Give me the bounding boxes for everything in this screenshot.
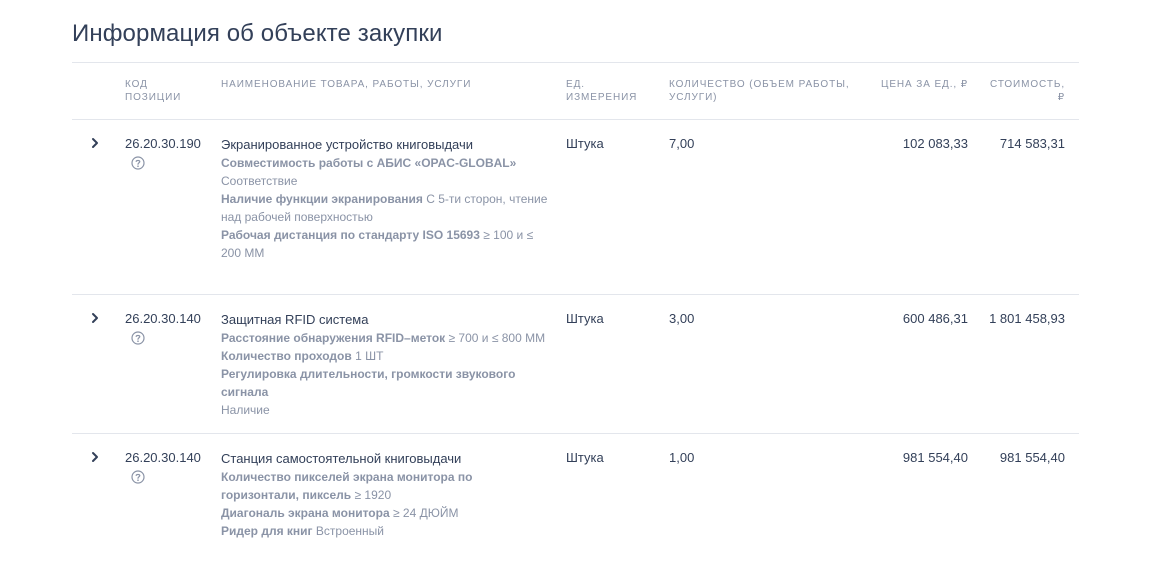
characteristic-name: Диагональ экрана монитора (221, 506, 390, 520)
characteristic-value: ≥ 700 и ≤ 800 ММ (448, 331, 546, 345)
characteristic: Количество пикселей экрана монитора по г… (221, 468, 551, 504)
header-name: НАИМЕНОВАНИЕ ТОВАРА, РАБОТЫ, УСЛУГИ (221, 79, 472, 90)
total-cost: 714 583,31 (999, 136, 1065, 151)
characteristic: Регулировка длительности, громкости звук… (221, 365, 551, 419)
characteristic: Совместимость работы с АБИС «OPAC-GLOBAL… (221, 154, 551, 190)
table-header: КОД ПОЗИЦИИ НАИМЕНОВАНИЕ ТОВАРА, РАБОТЫ,… (72, 63, 1079, 120)
total-cost: 981 554,40 (999, 450, 1065, 465)
item-name: Станция самостоятельной книговыдачи (221, 451, 462, 466)
characteristic-value: 1 ШТ (355, 349, 384, 363)
item-name-cell: Экранированное устройство книговыдачи Со… (221, 136, 551, 262)
unit: Штука (566, 136, 604, 151)
question-circle-icon[interactable] (131, 331, 145, 345)
quantity: 7,00 (669, 136, 695, 151)
characteristic-name: Совместимость работы с АБИС «OPAC-GLOBAL… (221, 156, 517, 170)
position-code: 26.20.30.140 (125, 450, 201, 465)
characteristic-value: ≥ 24 ДЮЙМ (393, 506, 459, 520)
characteristic: Расстояние обнаружения RFID–меток ≥ 700 … (221, 329, 551, 347)
characteristic-value: ≥ 1920 (354, 488, 392, 502)
unit-price: 102 083,33 (902, 136, 968, 151)
table-row: 26.20.30.190 Экранированное устройство к… (72, 120, 1079, 295)
item-name-cell: Станция самостоятельной книговыдачи Коли… (221, 450, 551, 540)
question-circle-icon[interactable] (131, 470, 145, 484)
header-unit: ЕД. ИЗМЕРЕНИЯ (566, 79, 638, 103)
chevron-right-icon[interactable] (88, 136, 102, 150)
characteristic-name: Регулировка длительности, громкости звук… (221, 367, 516, 399)
table-row: 26.20.30.140 Станция самостоятельной кни… (72, 434, 1079, 564)
characteristic-name: Количество пикселей экрана монитора по г… (221, 470, 473, 502)
characteristic-name: Количество проходов (221, 349, 352, 363)
unit: Штука (566, 311, 604, 326)
item-name-cell: Защитная RFID система Расстояние обнаруж… (221, 311, 551, 419)
position-code: 26.20.30.140 (125, 311, 201, 326)
unit-price: 600 486,31 (902, 311, 968, 326)
item-name: Экранированное устройство книговыдачи (221, 137, 474, 152)
characteristic: Наличие функции экранирования С 5-ти сто… (221, 190, 551, 226)
quantity: 3,00 (669, 311, 695, 326)
header-cost: СТОИМОСТЬ, ₽ (990, 79, 1065, 103)
total-cost: 1 801 458,93 (989, 311, 1065, 326)
page-title: Информация об объекте закупки (72, 20, 443, 48)
characteristic-name: Расстояние обнаружения RFID–меток (221, 331, 446, 345)
characteristic-value: Наличие (221, 403, 270, 417)
item-name: Защитная RFID система (221, 312, 369, 327)
characteristic-value: Встроенный (315, 524, 384, 538)
unit-price: 981 554,40 (902, 450, 968, 465)
characteristic-name: Ридер для книг (221, 524, 313, 538)
chevron-right-icon[interactable] (88, 450, 102, 464)
header-quantity: КОЛИЧЕСТВО (ОБЪЕМ РАБОТЫ, УСЛУГИ) (669, 79, 850, 103)
characteristic: Рабочая дистанция по стандарту ISO 15693… (221, 226, 551, 262)
characteristic: Ридер для книг Встроенный (221, 522, 551, 540)
characteristic: Количество проходов 1 ШТ (221, 347, 551, 365)
table-row: 26.20.30.140 Защитная RFID система Расст… (72, 295, 1079, 434)
characteristic-value: Соответствие (221, 174, 298, 188)
characteristic-name: Наличие функции экранирования (221, 192, 423, 206)
position-code: 26.20.30.190 (125, 136, 201, 151)
quantity: 1,00 (669, 450, 695, 465)
unit: Штука (566, 450, 604, 465)
characteristic-name: Рабочая дистанция по стандарту ISO 15693 (221, 228, 480, 242)
question-circle-icon[interactable] (131, 156, 145, 170)
header-code: КОД ПОЗИЦИИ (125, 79, 182, 103)
purchase-items-table: КОД ПОЗИЦИИ НАИМЕНОВАНИЕ ТОВАРА, РАБОТЫ,… (72, 62, 1079, 564)
header-price: ЦЕНА ЗА ЕД., ₽ (881, 79, 968, 90)
characteristic: Диагональ экрана монитора ≥ 24 ДЮЙМ (221, 504, 551, 522)
chevron-right-icon[interactable] (88, 311, 102, 325)
